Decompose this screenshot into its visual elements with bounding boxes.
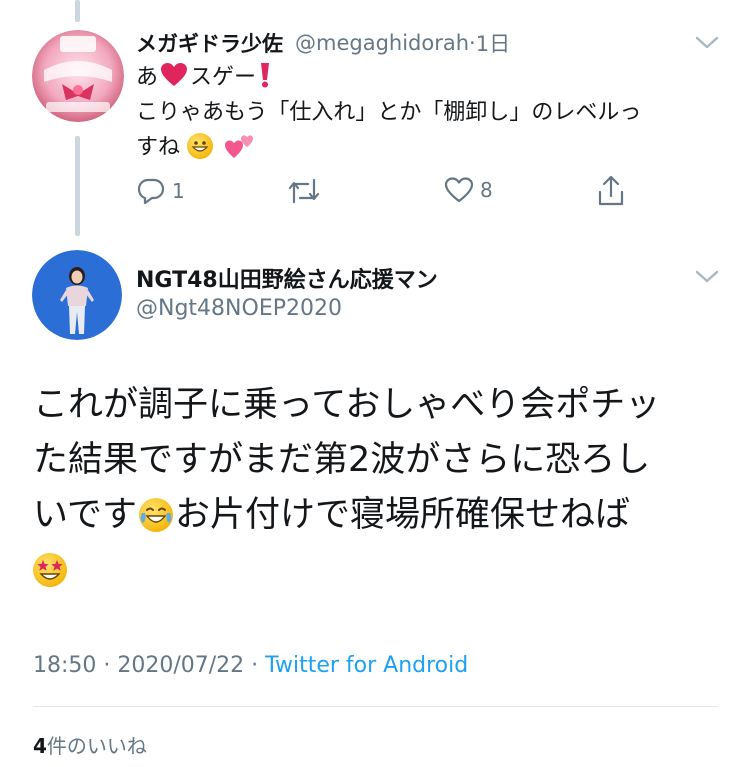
reply-handle[interactable]: @megaghidorah bbox=[295, 31, 469, 55]
divider bbox=[33, 706, 718, 707]
star-struck-emoji bbox=[33, 553, 67, 587]
reply-display-name[interactable]: メガギドラ少佐 bbox=[136, 28, 283, 58]
retweet-icon bbox=[288, 178, 320, 204]
tears-of-joy-emoji bbox=[138, 498, 173, 532]
grinning-face-emoji bbox=[187, 133, 214, 159]
reply-text-segment: あ bbox=[136, 65, 159, 90]
main-display-name[interactable]: NGT48山田野絵さん応援マン bbox=[136, 262, 438, 294]
tweet-timestamp: 18:50 · 2020/07/22 · bbox=[33, 653, 266, 678]
main-handle[interactable]: @Ngt48NOEP2020 bbox=[136, 296, 342, 321]
reply-text-line-2: こりゃあもう「仕入れ」とか「棚卸し」のレベルっ bbox=[136, 100, 642, 125]
reply-separator: · bbox=[469, 31, 476, 55]
retweet-button[interactable] bbox=[286, 176, 328, 206]
reply-avatar[interactable] bbox=[32, 30, 124, 122]
thread-line-top bbox=[75, 0, 80, 22]
chevron-down-icon[interactable] bbox=[694, 34, 720, 52]
heart-icon bbox=[444, 177, 474, 203]
main-text-segment: いです bbox=[33, 495, 137, 535]
share-icon bbox=[598, 175, 624, 206]
main-text-line-4 bbox=[33, 543, 723, 598]
reply-text-segment: スゲー bbox=[190, 65, 257, 90]
like-button[interactable]: 8 bbox=[444, 176, 493, 204]
main-text-line-2: た結果ですがまだ第2波がさらに恐ろし bbox=[33, 440, 651, 480]
main-tweet-text: これが調子に乗っておしゃべり会ポチッ た結果ですがまだ第2波がさらに恐ろし いで… bbox=[33, 378, 723, 598]
likes-summary[interactable]: 4件のいいね bbox=[33, 730, 147, 759]
red-heart-emoji bbox=[161, 63, 188, 86]
reply-icon bbox=[137, 178, 165, 205]
main-text-line-1: これが調子に乗っておしゃべり会ポチッ bbox=[33, 385, 661, 425]
main-text-line-3: いです お片付けで寝場所確保せねば bbox=[33, 488, 723, 543]
red-exclamation-emoji bbox=[261, 63, 270, 88]
share-button[interactable] bbox=[596, 174, 626, 208]
reply-text-line-3: すね bbox=[136, 130, 726, 165]
main-avatar[interactable] bbox=[32, 250, 122, 340]
reply-count: 1 bbox=[172, 179, 185, 203]
main-text-segment: お片付けで寝場所確保せねば bbox=[174, 495, 630, 535]
chevron-down-icon[interactable] bbox=[694, 268, 720, 286]
reply-action-bar: 1 8 bbox=[0, 172, 750, 212]
tweet-meta: 18:50 · 2020/07/22 · Twitter for Android bbox=[33, 653, 468, 678]
reply-time[interactable]: 1日 bbox=[476, 28, 510, 58]
likes-count: 4 bbox=[33, 734, 47, 758]
reply-header: メガギドラ少佐 @megaghidorah · 1日 bbox=[136, 28, 510, 58]
reply-button[interactable]: 1 bbox=[136, 176, 185, 206]
tweet-client-link[interactable]: Twitter for Android bbox=[265, 653, 468, 678]
like-count: 8 bbox=[480, 178, 493, 202]
reply-text: あ スゲー こりゃあもう「仕入れ」とか「棚卸し」のレベルっ すね bbox=[136, 60, 726, 165]
reply-text-segment: すね bbox=[136, 135, 181, 160]
likes-label: 件のいいね bbox=[46, 734, 147, 758]
reply-text-line-1: あ スゲー bbox=[136, 60, 726, 95]
two-hearts-emoji bbox=[225, 135, 254, 158]
